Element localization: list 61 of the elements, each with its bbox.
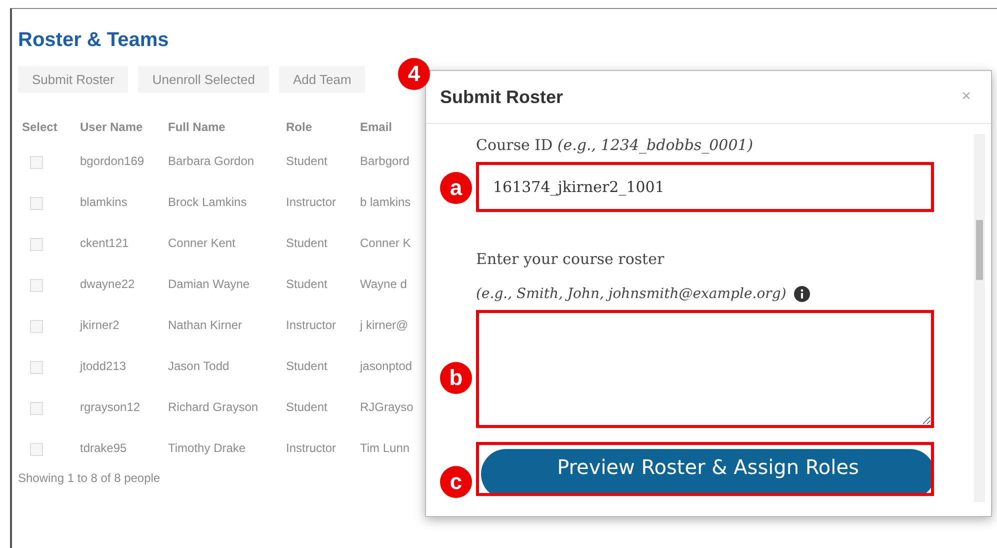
table-cell-text: b lamkins bbox=[359, 194, 412, 211]
table-cell-text: Student bbox=[285, 276, 328, 293]
toolbar-button[interactable]: Submit Roster bbox=[18, 66, 128, 93]
table-cell-text: Tim Lunn bbox=[359, 440, 411, 457]
table-cell-text: Student bbox=[285, 399, 328, 416]
row-checkbox[interactable] bbox=[30, 238, 43, 251]
row-checkbox[interactable] bbox=[30, 443, 43, 456]
column-header: User Name bbox=[79, 119, 144, 136]
row-checkbox[interactable] bbox=[30, 402, 43, 415]
row-checkbox[interactable] bbox=[30, 320, 43, 333]
table-cell-text: Barbgord bbox=[359, 153, 410, 170]
table-cell-text: dwayne22 bbox=[79, 276, 136, 293]
table-cell-text: Richard Grayson bbox=[167, 399, 260, 416]
table-cell-text: Barbara Gordon bbox=[167, 153, 256, 170]
table-cell-text: Instructor bbox=[285, 440, 338, 457]
table-cell-text: jtodd213 bbox=[78, 358, 128, 375]
table-cell-text: ckent121 bbox=[79, 235, 130, 252]
row-checkbox[interactable] bbox=[30, 197, 43, 210]
table-cell-text: Student bbox=[285, 153, 328, 170]
column-header: Role bbox=[285, 119, 314, 136]
roster-hint: (e.g., Smith, John, johnsmith@example.org) bbox=[476, 286, 786, 302]
table-cell-text: rgrayson12 bbox=[79, 399, 142, 416]
table-footer: Showing 1 to 8 of 8 people bbox=[18, 471, 160, 485]
table-cell-text: jkirner2 bbox=[78, 317, 120, 334]
course-id-field[interactable]: 161374_jkirner2_1001 bbox=[476, 162, 934, 212]
close-button[interactable]: × bbox=[956, 87, 977, 107]
table-cell-text: Student bbox=[285, 358, 328, 375]
toolbar-button[interactable]: Add Team bbox=[279, 66, 366, 93]
row-checkbox[interactable] bbox=[30, 156, 43, 169]
table-cell-text: jasonptod bbox=[358, 358, 414, 375]
table-cell-text: Instructor bbox=[285, 194, 338, 211]
info-icon[interactable] bbox=[794, 286, 810, 302]
roster-field[interactable] bbox=[476, 310, 934, 428]
table-cell-text: Damian Wayne bbox=[167, 276, 251, 293]
table-cell-text: Conner K bbox=[359, 235, 412, 252]
preview-button[interactable]: Preview Roster & Assign Roles bbox=[481, 449, 931, 493]
table-cell-text: tdrake95 bbox=[79, 440, 128, 457]
table-cell-text: Timothy Drake bbox=[167, 440, 247, 457]
table-cell-text: Nathan Kirner bbox=[167, 317, 244, 334]
column-header: Full Name bbox=[167, 119, 226, 136]
table-cell-text: Wayne d bbox=[359, 276, 408, 293]
table-cell-text: Student bbox=[285, 235, 328, 252]
table-cell-text: Conner Kent bbox=[167, 235, 236, 252]
row-checkbox[interactable] bbox=[30, 279, 43, 292]
table-cell-text: blamkins bbox=[79, 194, 128, 211]
table-cell-text: j kirner@ bbox=[358, 317, 410, 334]
table-cell-text: bgordon169 bbox=[79, 153, 146, 170]
scrollbar[interactable] bbox=[974, 134, 985, 502]
toolbar-button[interactable]: Unenroll Selected bbox=[138, 66, 269, 93]
table-cell-text: Jason Todd bbox=[167, 358, 230, 375]
course-id-label: Course ID (e.g., 1234_bdobbs_0001) bbox=[476, 136, 754, 154]
page-title: Roster & Teams bbox=[18, 29, 170, 52]
table-cell-text: Brock Lamkins bbox=[167, 194, 248, 211]
roster-label: Enter your course roster bbox=[476, 250, 666, 268]
column-header: Select bbox=[21, 119, 58, 136]
table-cell-text: Instructor bbox=[285, 317, 338, 334]
table-cell-text: RJGrayso bbox=[359, 399, 414, 416]
callout-badge: 4 bbox=[398, 58, 430, 90]
column-header: Email bbox=[359, 119, 394, 136]
dialog-title: Submit Roster bbox=[440, 86, 564, 108]
row-checkbox[interactable] bbox=[30, 361, 43, 374]
